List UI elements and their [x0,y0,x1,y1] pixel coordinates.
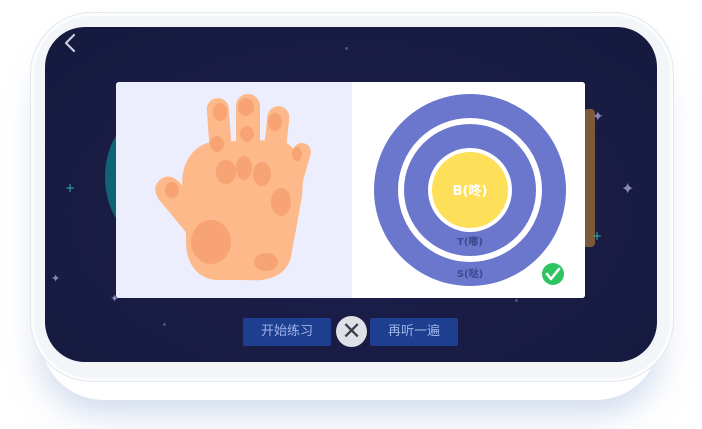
plus-sparkle-icon: + [65,181,76,195]
chevron-left-icon [64,33,76,53]
drum-outer-label: S(哒) [457,267,483,280]
drum-center-label: B(咚) [453,183,488,199]
star-dot [345,47,348,50]
back-button[interactable] [63,33,81,53]
practice-card: B(咚) T(嘟) S(哒) [116,82,585,298]
drum-target-panel: B(咚) T(嘟) S(哒) [352,82,585,298]
close-icon: ✕ [341,317,362,345]
plus-sparkle-icon: + [592,229,603,243]
sparkle-icon: ✦ [592,109,604,125]
start-practice-button[interactable]: 开始练习 [243,318,331,346]
drum-middle-label: T(嘟) [457,235,483,248]
close-button[interactable]: ✕ [336,316,367,347]
check-circle-icon [542,263,564,285]
hand-illustration-icon [155,94,311,281]
drum-target: B(咚) T(嘟) S(哒) [374,94,566,286]
sparkle-icon: ✦ [621,179,635,198]
sparkle-icon: ✦ [51,272,61,285]
star-dot [515,299,518,302]
replay-button[interactable]: 再听一遍 [370,318,458,346]
star-dot [163,323,166,326]
hand-panel [116,82,352,298]
